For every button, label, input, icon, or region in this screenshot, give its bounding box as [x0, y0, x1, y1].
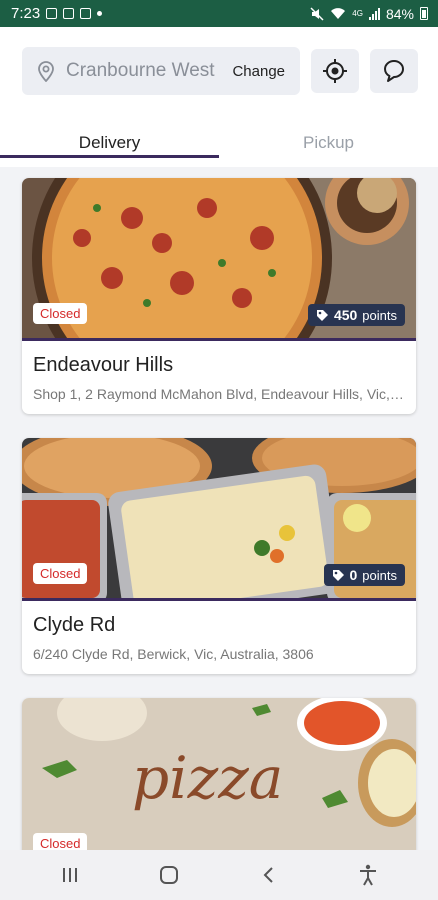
location-value: Cranbourne West — [66, 60, 215, 81]
header: Cranbourne West Change Delivery Pickup — [0, 27, 438, 167]
tag-icon — [332, 569, 344, 581]
tab-delivery[interactable]: Delivery — [0, 120, 219, 166]
accessibility-button[interactable] — [348, 855, 388, 895]
mute-icon — [310, 6, 324, 21]
store-card[interactable]: Closed 450 points Endeavour Hills Shop 1… — [22, 178, 416, 414]
flour-pizza-photo: pizza — [22, 698, 416, 850]
signal-icon — [368, 7, 380, 20]
closed-badge: Closed — [33, 833, 88, 850]
change-location-button[interactable]: Change — [232, 63, 285, 80]
chat-button[interactable] — [370, 49, 418, 93]
chat-bubble-icon — [384, 60, 404, 82]
store-address: 6/240 Clyde Rd, Berwick, Vic, Australia,… — [33, 646, 314, 662]
battery-percent: 84% — [385, 5, 414, 22]
accessibility-icon — [360, 864, 377, 886]
crosshair-icon — [323, 59, 347, 83]
home-icon — [160, 866, 179, 884]
location-selector[interactable]: Cranbourne West Change — [22, 47, 300, 95]
recent-apps-button[interactable] — [50, 855, 90, 895]
battery-icon — [420, 7, 428, 20]
back-icon — [263, 867, 273, 883]
map-pin-icon — [38, 61, 54, 82]
status-bar: 7:23 4G 84% — [0, 0, 438, 27]
status-time: 7:23 — [11, 5, 41, 22]
recent-apps-icon — [62, 868, 77, 882]
store-list[interactable]: Closed 450 points Endeavour Hills Shop 1… — [0, 167, 438, 850]
closed-badge: Closed — [33, 303, 88, 324]
document-notification-icon — [80, 8, 92, 19]
tag-icon — [316, 309, 328, 321]
points-badge: 0 points — [323, 564, 405, 586]
more-notifications-icon — [97, 11, 103, 16]
gps-button[interactable] — [311, 49, 359, 93]
store-image: Closed 0 points — [22, 438, 416, 598]
store-name: Clyde Rd — [33, 614, 116, 636]
back-button[interactable] — [249, 855, 289, 895]
store-card[interactable]: Closed 0 points Clyde Rd 6/240 Clyde Rd,… — [22, 438, 416, 674]
points-badge: 450 points — [307, 304, 405, 326]
order-type-tabs: Delivery Pickup — [0, 120, 438, 166]
wifi-icon — [331, 8, 346, 19]
flour-text: pizza — [132, 744, 283, 812]
system-nav-bar — [0, 850, 438, 900]
points-unit: points — [362, 307, 397, 323]
active-tab-indicator — [0, 155, 219, 158]
points-value: 0 — [349, 567, 358, 583]
store-address: Shop 1, 2 Raymond McMahon Blvd, Endeavou… — [33, 386, 405, 402]
image-notification-icon — [63, 8, 75, 19]
store-image: Closed 450 points — [22, 178, 416, 338]
store-image: pizza Closed — [22, 698, 416, 850]
tab-pickup[interactable]: Pickup — [219, 120, 438, 166]
home-button[interactable] — [149, 855, 189, 895]
points-value: 450 — [333, 307, 358, 323]
notification-icon — [46, 8, 58, 19]
points-unit: points — [362, 567, 397, 583]
store-card[interactable]: pizza Closed — [22, 698, 416, 850]
network-type-label: 4G — [352, 9, 363, 18]
store-name: Endeavour Hills — [33, 354, 174, 376]
closed-badge: Closed — [33, 563, 88, 584]
